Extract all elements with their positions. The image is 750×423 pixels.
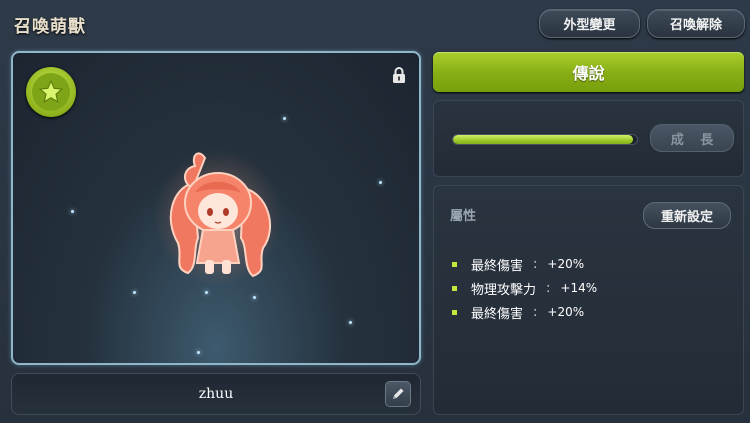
attribute-separator: : [546, 280, 551, 296]
attribute-row: 最終傷害 : +20% [452, 252, 597, 276]
attributes-header: 屬性 [450, 209, 477, 224]
attribute-name: 物理攻擊力 [471, 282, 537, 298]
sparkle [283, 117, 286, 120]
sparkle [197, 351, 200, 354]
pet-sprite [154, 150, 282, 286]
pet-preview-panel [11, 51, 421, 365]
change-appearance-button[interactable]: 外型變更 [539, 9, 640, 38]
attribute-name: 最終傷害 [471, 258, 524, 274]
edit-name-button[interactable] [385, 381, 411, 407]
sparkle [349, 321, 352, 324]
growth-progress-bar [452, 134, 638, 145]
growth-progress-fill [453, 135, 634, 144]
sparkle [205, 291, 208, 294]
pet-summon-window: 召喚萌獸 外型變更 召喚解除 zhuu 傳說 成 長 屬性 重新設定 最終傷害 … [0, 0, 750, 423]
pet-name-bar: zhuu [11, 373, 421, 415]
sparkle [71, 210, 74, 213]
lock-icon[interactable] [392, 67, 406, 83]
attribute-value: +20% [547, 305, 585, 319]
grade-star-badge [26, 67, 76, 117]
bullet-icon [452, 261, 457, 267]
growth-panel: 成 長 [433, 100, 744, 177]
star-icon [38, 79, 64, 103]
grade-button[interactable]: 傳說 [433, 52, 744, 92]
attribute-value: +20% [547, 257, 585, 271]
pet-name: zhuu [198, 386, 234, 402]
pencil-icon [393, 388, 404, 399]
window-title: 召喚萌獸 [14, 17, 86, 37]
attributes-panel: 屬性 重新設定 最終傷害 : +20% 物理攻擊力 : +14% 最終傷害 : … [433, 185, 744, 415]
reset-attributes-button[interactable]: 重新設定 [643, 202, 731, 229]
bullet-icon [452, 309, 457, 315]
attribute-value: +14% [560, 281, 598, 295]
attribute-separator: : [533, 256, 538, 272]
sparkle [253, 296, 256, 299]
attribute-row: 最終傷害 : +20% [452, 300, 597, 324]
attribute-separator: : [533, 304, 538, 320]
bullet-icon [452, 285, 457, 291]
attribute-name: 最終傷害 [471, 306, 524, 322]
sparkle [379, 181, 382, 184]
attribute-row: 物理攻擊力 : +14% [452, 276, 597, 300]
sparkle [133, 291, 136, 294]
release-summon-button[interactable]: 召喚解除 [647, 9, 745, 38]
attributes-list: 最終傷害 : +20% 物理攻擊力 : +14% 最終傷害 : +20% [452, 252, 597, 324]
grow-button[interactable]: 成 長 [650, 124, 734, 152]
